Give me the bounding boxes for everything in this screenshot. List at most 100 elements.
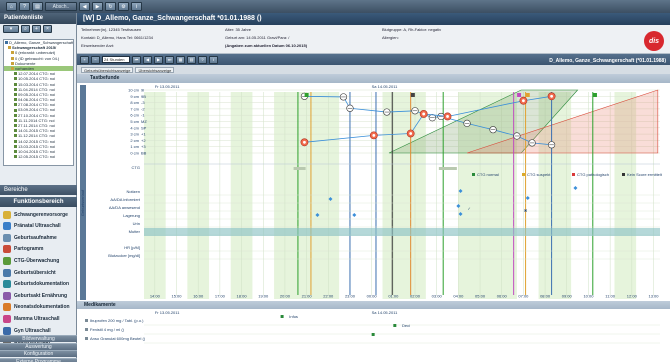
time-tick-label: 19:00 — [258, 294, 269, 299]
medication-marker[interactable] — [280, 315, 284, 318]
print-button[interactable]: ▤ — [32, 2, 43, 11]
bottom-nav-button[interactable]: Bildverwaltung — [0, 335, 77, 342]
time-tick-label: 02:00 — [410, 294, 421, 299]
bottom-nav-button[interactable]: Auswertung — [0, 342, 77, 350]
funktionsbereich-item[interactable]: Geburtsakt Ernährung — [0, 290, 77, 301]
document-icon — [14, 144, 17, 148]
funktionsbereich-item[interactable]: Geburtsdokumentation — [0, 279, 77, 290]
event-icon[interactable] — [592, 93, 597, 97]
medication-marker-label: Infus — [289, 314, 298, 319]
module-icon — [3, 291, 11, 300]
legend-swatch — [472, 173, 475, 176]
module-label: Geburtsdokumentation — [14, 281, 70, 288]
bereiche-header[interactable]: Bereiche — [0, 185, 77, 195]
funktionsbereich-item[interactable]: CTG-Überwachung — [0, 255, 77, 266]
module-label: Geburtsaufnahme — [14, 234, 57, 241]
funktionsbereich-item[interactable]: Partogramm — [0, 244, 77, 255]
legend-label: CTG suspekt — [527, 172, 551, 177]
document-icon — [14, 98, 17, 102]
medication-marker-label: Deci — [402, 323, 410, 328]
funktionsbereich-item[interactable]: Geburtsübersicht — [0, 267, 77, 278]
y-right-tick-label: +3 — [141, 144, 146, 149]
ctg-bar[interactable] — [293, 167, 306, 170]
top-toolbar: ⌂ ? ▤ Absch.. ◀ ▶ ↻ ⚙ i — [0, 0, 670, 13]
time-band — [382, 92, 426, 299]
side-caption: Geburtsverlauf — [80, 189, 85, 216]
refresh-button[interactable]: ↻ — [105, 2, 116, 11]
forward-button[interactable]: ▶ — [92, 2, 103, 11]
module-label: Schwangerenvorsorge — [14, 211, 68, 218]
y-right-tick-label: 9B — [141, 94, 146, 99]
legend-swatch — [622, 173, 625, 176]
medication-marker[interactable] — [393, 324, 397, 327]
module-icon — [3, 222, 11, 231]
med-date-right: Sa 14.05.2011 — [372, 310, 399, 315]
y-tick-label: 7 cm — [130, 106, 139, 111]
funktionsbereich-item[interactable]: Schwangerenvorsorge — [0, 209, 77, 220]
filter-button[interactable]: ▾ — [3, 25, 19, 33]
tree-node[interactable]: 12.05.2015 CTG: noi — [4, 154, 73, 159]
info-button[interactable]: i — [131, 2, 142, 11]
delete-button[interactable]: × — [43, 25, 52, 33]
module-icon — [3, 326, 11, 335]
time-tick-label: 01:00 — [388, 294, 399, 299]
bottom-nav-button[interactable]: Externe Programme — [0, 357, 77, 362]
document-icon — [14, 129, 17, 133]
ctg-bar[interactable] — [438, 167, 457, 170]
bottom-nav-button[interactable]: Konfiguration — [0, 350, 77, 357]
observation-diamond[interactable] — [352, 213, 357, 217]
new-button[interactable]: + — [32, 25, 41, 33]
module-label: Gyn Ultraschall — [14, 327, 51, 334]
module-label: Pränatal Ultraschall — [14, 223, 61, 230]
patient-tree[interactable]: D_Allemo, Ganze_Schwangerschaft Schwanger… — [3, 39, 74, 166]
event-icon[interactable] — [525, 93, 530, 97]
partogram-chart: Geburtsverlauf Fr 13.05.2011 Sa 14.05.2011… — [80, 84, 663, 344]
funktionsbereich-item[interactable]: Neonatsdokumentation — [0, 302, 77, 313]
search-button[interactable]: ⌕ — [21, 25, 30, 33]
mutter-band — [144, 228, 660, 236]
event-icon[interactable] — [517, 93, 522, 97]
medication-marker[interactable] — [371, 333, 375, 336]
back-button[interactable]: ◀ — [79, 2, 90, 11]
time-tick-label: 15:00 — [172, 294, 183, 299]
y-tick-label: 8 cm — [130, 100, 139, 105]
module-label: Geburtsübersicht — [14, 269, 56, 276]
help-button[interactable]: ? — [19, 2, 30, 11]
legend-label: Kein Score ermittelt — [627, 172, 663, 177]
module-icon — [3, 210, 11, 219]
time-tick-label: 06:00 — [497, 294, 508, 299]
document-icon — [11, 56, 14, 60]
module-label: Partogramm — [14, 246, 44, 253]
funktionsbereich-item[interactable]: Pränatal Ultraschall — [0, 221, 77, 232]
check-icon: ✓ — [468, 206, 471, 211]
module-icon — [3, 233, 11, 242]
time-tick-label: 07:00 — [518, 294, 529, 299]
time-tick-label: 13:00 — [648, 294, 659, 299]
observation-diamond[interactable] — [525, 196, 530, 200]
funktionsbereich-item[interactable]: Mamma Ultraschall — [0, 313, 77, 324]
funktionsbereich-item[interactable]: Geburtsaufnahme — [0, 232, 77, 243]
medication-row-label: Ibuprofen 200 mg / Tabl. (p.o.) — [90, 318, 144, 323]
observation-row-label: Lagerung — [123, 213, 140, 218]
medication-row-label: Anso Granulat 600mg Beutel () — [90, 336, 146, 341]
time-tick-label: 09:00 — [562, 294, 573, 299]
y-right-tick-label: MZ — [141, 119, 147, 124]
y-tick-label: 10 cm — [128, 88, 140, 93]
document-icon — [14, 92, 17, 96]
y-tick-label: 6 cm — [130, 113, 139, 118]
y-tick-label: 5 cm — [130, 119, 139, 124]
user-button[interactable]: Absch.. — [45, 2, 77, 11]
funktionsbereich-header: Funktionsbereich — [0, 197, 77, 207]
tree-node-label: 12.05.2015 CTG: noi — [18, 154, 56, 160]
patient-list-toolbar: ▾ ⌕ + × — [3, 25, 73, 34]
event-icon[interactable] — [304, 93, 309, 97]
event-icon[interactable] — [410, 93, 415, 97]
y-tick-label: 0 cm — [130, 151, 139, 156]
observation-diamond[interactable] — [573, 186, 578, 190]
home-button[interactable]: ⌂ — [6, 2, 17, 11]
document-icon — [14, 72, 17, 76]
dilation-point-core — [372, 133, 376, 137]
settings-button[interactable]: ⚙ — [118, 2, 129, 11]
y-right-tick-label: SP — [141, 125, 147, 130]
module-icon — [3, 245, 11, 254]
